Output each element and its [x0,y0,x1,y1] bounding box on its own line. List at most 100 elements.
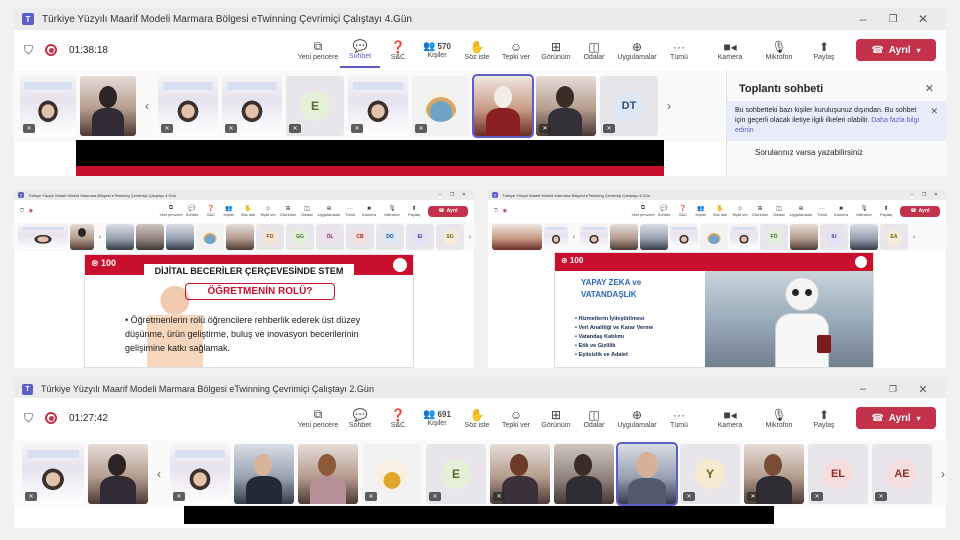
chat-button[interactable]: 💬 Sohbet [654,205,674,217]
participant-tile[interactable]: E ✕ [426,444,486,504]
participant-tile[interactable] [616,442,678,506]
view-button[interactable]: ⊞ Görünüm [536,32,576,68]
participant-tile[interactable] [472,74,534,138]
participant-tile[interactable]: SG [436,224,464,250]
participant-tile[interactable] [640,224,668,250]
more-button[interactable]: ··· Tümü [814,206,830,217]
participant-tile[interactable] [18,224,68,250]
rooms-button[interactable]: ◫ Odalar [576,400,612,436]
participant-tile[interactable] [234,444,294,504]
restore-icon[interactable]: ❐ [918,192,930,198]
participant-tile[interactable]: DO [376,224,404,250]
camera-button[interactable]: ■◂ Kamera [706,400,754,436]
participant-tile[interactable] [670,224,698,250]
participant-tile[interactable]: ✕ [20,76,76,136]
chevron-left-icon[interactable]: ‹ [570,224,578,250]
participant-tile[interactable]: AE ✕ [872,444,932,504]
raise-hand-button[interactable]: ✋ Söz iste [238,205,258,217]
qa-button[interactable]: ❓ S&C [380,32,416,68]
minimize-icon[interactable]: – [848,12,878,26]
restore-icon[interactable]: ❐ [878,383,908,396]
view-button[interactable]: ⊞ Görünüm [750,205,770,217]
leave-button[interactable]: ☎ Ayrıl ▾ [856,407,936,429]
leave-button[interactable]: ☎ Ayrıl [900,205,940,217]
participant-tile[interactable] [554,444,614,504]
more-button[interactable]: ··· Tümü [662,32,696,68]
chat-button[interactable]: 💬 Sohbet [340,400,380,436]
close-icon[interactable]: ✕ [458,192,470,198]
participant-tile[interactable]: ✕ [170,444,230,504]
close-icon[interactable]: ✕ [930,192,942,198]
close-icon[interactable]: ✕ [908,12,938,26]
participant-tile[interactable]: ✕ [362,444,422,504]
view-button[interactable]: ⊞ Görünüm [278,205,298,217]
participant-tile[interactable] [106,224,134,250]
minimize-icon[interactable]: – [848,383,878,396]
chevron-right-icon[interactable]: › [936,444,946,504]
camera-button[interactable]: ■◂ Kamera [706,32,754,68]
rooms-button[interactable]: ◫ Odalar [770,205,788,217]
react-button[interactable]: ☺ Tepki ver [258,206,278,217]
chevron-left-icon[interactable]: ‹ [152,444,166,504]
view-button[interactable]: ⊞ Görünüm [536,400,576,436]
close-icon[interactable]: ✕ [925,82,934,95]
react-button[interactable]: ☺ Tepki ver [496,400,536,436]
participant-tile[interactable] [790,224,818,250]
leave-button[interactable]: ☎ Ayrıl ▾ [856,39,936,61]
participant-tile[interactable]: GG [286,224,314,250]
chevron-right-icon[interactable]: › [910,224,918,250]
chevron-left-icon[interactable]: ‹ [140,76,154,136]
participant-tile[interactable]: ✕ [22,444,84,504]
share-button[interactable]: ⬆ Paylaş [876,205,896,217]
chat-button[interactable]: 💬 Sohbet [182,205,202,217]
participant-tile[interactable]: ✕ [412,76,470,136]
camera-button[interactable]: ■ Kamera [830,206,852,217]
minimize-icon[interactable]: – [906,192,918,198]
mic-button[interactable]: 🎙 Mikrofon [380,205,404,217]
react-button[interactable]: ☺ Tepki ver [496,32,536,68]
share-button[interactable]: ⬆ Paylaş [804,32,844,68]
participant-tile[interactable]: ÖL [316,224,344,250]
participant-tile[interactable]: ✕ [222,76,282,136]
participant-tile[interactable]: EL ✕ [808,444,868,504]
restore-icon[interactable]: ❐ [446,192,458,198]
participant-tile[interactable]: Y ✕ [680,444,740,504]
participant-tile[interactable] [700,224,728,250]
chevron-left-icon[interactable]: ‹ [96,224,104,250]
participant-tile[interactable] [580,224,608,250]
participant-tile[interactable]: EA [880,224,908,250]
participant-tile[interactable] [136,224,164,250]
new-window-button[interactable]: ⧉ Yeni pencere [296,32,340,68]
share-button[interactable]: ⬆ Paylaş [804,400,844,436]
participant-tile[interactable]: DT ✕ [600,76,658,136]
rooms-button[interactable]: ◫ Odalar [298,205,316,217]
participant-tile[interactable]: FÖ [760,224,788,250]
minimize-icon[interactable]: – [434,192,446,198]
participant-tile[interactable]: EI [406,224,434,250]
leave-button[interactable]: ☎ Ayrıl [428,205,468,217]
participant-tile[interactable]: IU [820,224,848,250]
mic-button[interactable]: 🎙 Mikrofon [852,205,876,217]
restore-icon[interactable]: ❐ [878,12,908,26]
dismiss-icon[interactable]: ✕ [930,106,938,136]
people-button[interactable]: 👥 691 Kişiler [416,400,458,436]
raise-hand-button[interactable]: ✋ Söz iste [458,400,496,436]
qa-button[interactable]: ❓ S&C [202,205,220,217]
participant-tile[interactable]: ✕ [744,444,804,504]
more-button[interactable]: ··· Tümü [662,400,696,436]
raise-hand-button[interactable]: ✋ Söz iste [458,32,496,68]
apps-button[interactable]: ⊕ Uygulamalar [316,205,342,217]
chevron-right-icon[interactable]: › [466,224,474,250]
participant-tile[interactable]: CB [346,224,374,250]
rooms-button[interactable]: ◫ Odalar [576,32,612,68]
participant-tile[interactable] [298,444,358,504]
share-button[interactable]: ⬆ Paylaş [404,205,424,217]
react-button[interactable]: ☺ Tepki ver [730,206,750,217]
participant-tile[interactable]: ✕ [490,444,550,504]
participant-tile[interactable] [226,224,254,250]
new-window-button[interactable]: ⧉ Yeni pencere [296,400,340,436]
participant-tile[interactable] [730,224,758,250]
participant-tile[interactable]: E ✕ [286,76,344,136]
participant-tile[interactable] [166,224,194,250]
mic-button[interactable]: 🎙 Mikrofon [754,400,804,436]
